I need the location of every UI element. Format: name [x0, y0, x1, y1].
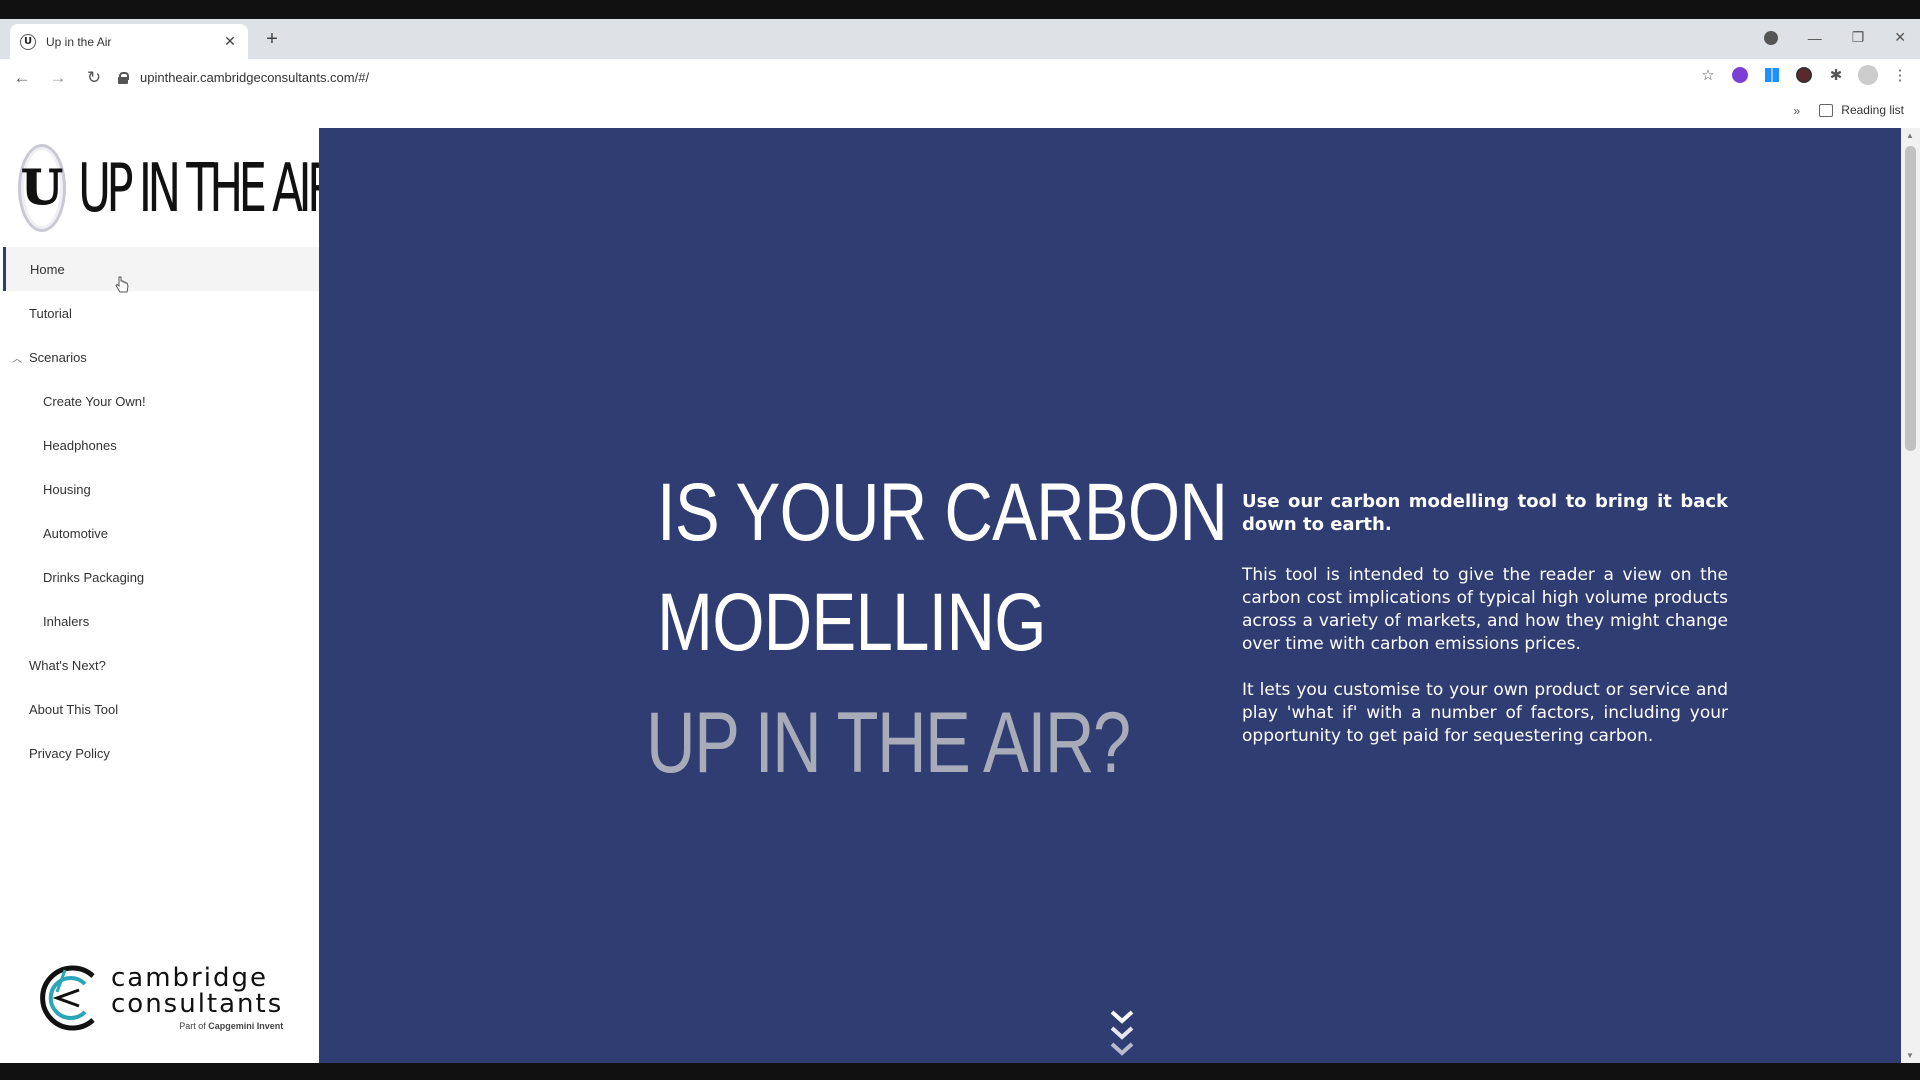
hero-paragraph-1: This tool is intended to give the reader…: [1242, 565, 1728, 654]
url-text: upintheair.cambridgeconsultants.com/#/: [140, 70, 370, 85]
bottom-border: [0, 1063, 1920, 1080]
sidebar-item-label: Housing: [43, 481, 91, 497]
lock-icon: [118, 71, 129, 84]
sidebar-item-label: Headphones: [43, 437, 117, 453]
hero-paragraph-2: It lets you customise to your own produc…: [1242, 680, 1728, 746]
headline-line-2: MODELLING: [657, 577, 1047, 668]
menu-kebab-icon[interactable]: ⋮: [1890, 65, 1910, 85]
sidebar-item-home[interactable]: Home: [3, 247, 319, 291]
sidebar-item-label: Create Your Own!: [43, 393, 146, 409]
sidebar-item-label: Privacy Policy: [29, 745, 110, 761]
address-bar[interactable]: upintheair.cambridgeconsultants.com/#/: [118, 63, 1698, 92]
sidebar-item-label: Scenarios: [29, 349, 87, 365]
window-controls: — ❐ ✕: [1763, 29, 1906, 46]
top-border: [0, 0, 1920, 19]
back-icon[interactable]: ←: [8, 68, 36, 88]
scroll-down-arrow-icon[interactable]: ▼: [1906, 1051, 1914, 1060]
sidebar-item-tutorial[interactable]: Tutorial: [3, 291, 319, 335]
hero-lead: Use our carbon modelling tool to bring i…: [1242, 491, 1728, 535]
minimize-icon[interactable]: —: [1808, 30, 1822, 46]
sidebar-item-housing[interactable]: Housing: [3, 467, 319, 511]
tab-strip: U Up in the Air ✕ + — ❐ ✕: [0, 19, 1920, 59]
reading-list-button[interactable]: Reading list: [1819, 103, 1904, 117]
sidebar-item-label: Tutorial: [29, 305, 72, 321]
sidebar: U UP IN THE AIR Home Tutorial ︿ Scenario…: [3, 128, 338, 1063]
brand-logo[interactable]: U UP IN THE AIR: [18, 140, 338, 236]
brand-badge-icon: U: [18, 144, 66, 232]
forward-icon[interactable]: →: [44, 68, 72, 88]
new-tab-icon[interactable]: +: [262, 29, 282, 49]
profile-avatar-icon[interactable]: [1858, 65, 1878, 85]
sidebar-item-headphones[interactable]: Headphones: [3, 423, 319, 467]
hero-description: Use our carbon modelling tool to bring i…: [1242, 490, 1728, 771]
scroll-thumb[interactable]: [1905, 146, 1916, 451]
cambridge-consultants-logo[interactable]: cambridge consultants Part of Capgemini …: [35, 958, 285, 1038]
hand-cursor-icon: [115, 276, 129, 293]
sidebar-item-create-your-own[interactable]: Create Your Own!: [3, 379, 319, 423]
sidebar-item-label: About This Tool: [29, 701, 119, 717]
headline-line-3: UP IN THE AIR?: [646, 695, 1131, 791]
favicon-icon: U: [20, 33, 36, 50]
sidebar-item-inhalers[interactable]: Inhalers: [3, 599, 319, 643]
reload-icon[interactable]: ↻: [80, 68, 108, 88]
cc-tagline: Part of Capgemini Invent: [179, 1021, 284, 1031]
sidebar-item-whats-next[interactable]: What's Next?: [3, 643, 319, 687]
tab-close-icon[interactable]: ✕: [222, 33, 238, 50]
scroll-down-chevron-icon[interactable]: [1108, 1008, 1136, 1063]
extension-purple-icon[interactable]: [1730, 65, 1750, 85]
sidebar-item-about[interactable]: About This Tool: [3, 687, 319, 731]
reading-list-label: Reading list: [1841, 103, 1904, 117]
screen: U Up in the Air ✕ + — ❐ ✕ ← → ↻ upinthea…: [0, 0, 1920, 1080]
browser-toolbar: ← → ↻ upintheair.cambridgeconsultants.co…: [0, 59, 1920, 96]
bookmarks-bar: » Reading list: [0, 96, 1920, 128]
extension-windows-icon[interactable]: [1762, 65, 1782, 85]
extension-icons: ☆ ✱ ⋮: [1698, 65, 1910, 85]
sidebar-item-scenarios[interactable]: ︿ Scenarios: [3, 335, 319, 379]
close-window-icon[interactable]: ✕: [1894, 29, 1906, 46]
page-scrollbar[interactable]: ▲ ▼: [1901, 128, 1920, 1063]
cc-line-2: consultants: [111, 989, 284, 1019]
sidebar-item-label: Inhalers: [43, 613, 90, 629]
hero-headline: IS YOUR CARBON MODELLING: [657, 458, 1228, 678]
sidebar-item-label: Home: [30, 261, 65, 277]
profile-indicator-icon[interactable]: [1763, 30, 1778, 45]
sidebar-item-privacy[interactable]: Privacy Policy: [3, 731, 319, 775]
browser-tab[interactable]: U Up in the Air ✕: [10, 24, 248, 59]
chevron-up-icon[interactable]: ︿: [12, 350, 22, 365]
cc-mark-icon: [40, 965, 95, 1031]
sidebar-item-label: What's Next?: [29, 657, 106, 673]
bookmark-star-icon[interactable]: ☆: [1698, 65, 1718, 85]
sidebar-item-label: Automotive: [43, 525, 109, 541]
extension-dark-icon[interactable]: [1794, 65, 1814, 85]
sidebar-item-drinks-packaging[interactable]: Drinks Packaging: [3, 555, 319, 599]
cc-line-1: cambridge: [111, 963, 268, 993]
sidebar-item-automotive[interactable]: Automotive: [3, 511, 319, 555]
cc-wordmark: cambridge consultants Part of Capgemini …: [111, 965, 283, 1031]
restore-icon[interactable]: ❐: [1852, 29, 1865, 46]
sidebar-nav: Home Tutorial ︿ Scenarios Create Your Ow…: [3, 247, 319, 775]
brand-name: UP IN THE AIR: [77, 148, 339, 228]
page-viewport: U UP IN THE AIR Home Tutorial ︿ Scenario…: [0, 128, 1920, 1063]
bookmarks-overflow-icon[interactable]: »: [1793, 104, 1800, 118]
headline-line-1: IS YOUR CARBON: [657, 467, 1228, 558]
reading-list-icon: [1819, 103, 1834, 117]
tab-title: Up in the Air: [46, 34, 112, 49]
scroll-up-arrow-icon[interactable]: ▲: [1906, 131, 1914, 140]
sidebar-item-label: Drinks Packaging: [43, 569, 145, 585]
hero-section: IS YOUR CARBON MODELLING UP IN THE AIR? …: [319, 128, 1901, 1063]
extensions-puzzle-icon[interactable]: ✱: [1826, 65, 1846, 85]
